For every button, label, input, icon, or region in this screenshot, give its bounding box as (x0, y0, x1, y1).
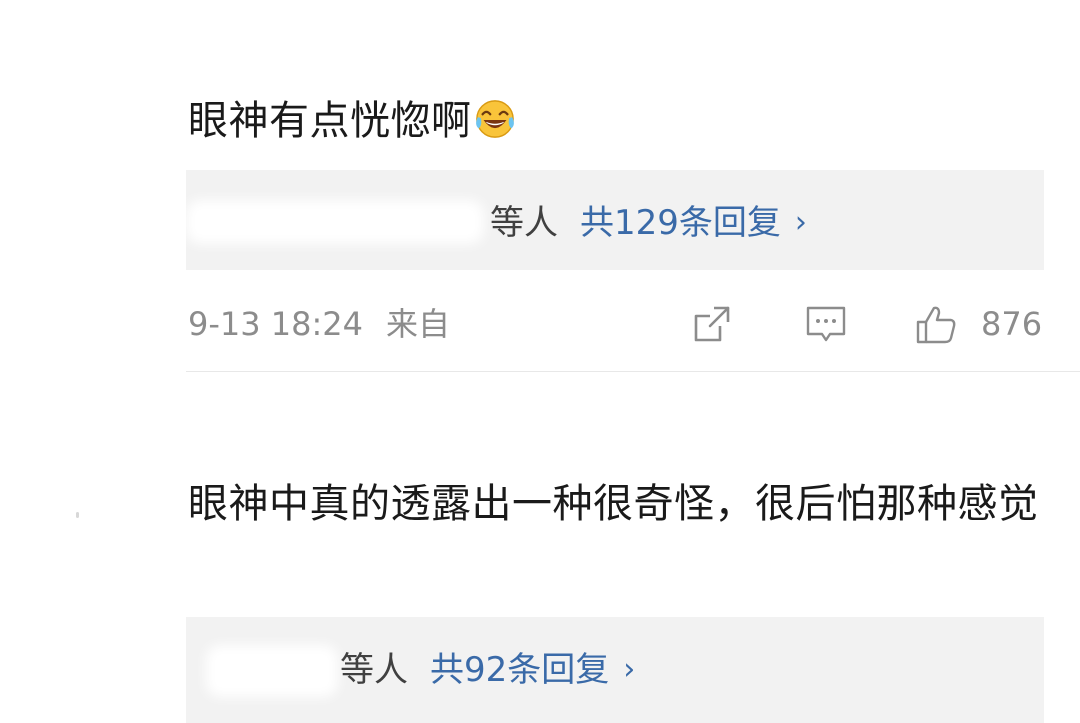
comment-meta-row: 9-13 18:24 来自 876 (188, 302, 1048, 348)
like-icon[interactable] (914, 302, 958, 346)
share-icon[interactable] (690, 302, 734, 346)
reply-summary-box[interactable]: 等人 共129条回复 › (186, 170, 1044, 270)
comment-icon[interactable] (804, 302, 848, 346)
comment-feed: 眼神有点恍惚啊 等人 共129条回复 › 9-13 18:24 来自 876 眼… (0, 0, 1080, 723)
comment-text-content: 眼神中真的透露出一种很奇怪，很后怕那种感觉 (188, 481, 1039, 527)
reply-users-label: 等人 (340, 650, 408, 690)
edge-artifact (76, 512, 79, 518)
comment-text-content: 眼神有点恍惚啊 (188, 98, 472, 144)
like-count: 876 (981, 305, 1043, 343)
chevron-right-icon: › (623, 652, 636, 687)
reply-summary-line[interactable]: 等人 共129条回复 › (490, 203, 807, 243)
reply-count-link[interactable]: 共129条回复 (580, 203, 781, 243)
comment-source: 来自 (386, 305, 451, 343)
comment-timestamp: 9-13 18:24 (188, 305, 364, 343)
comment-text: 眼神中真的透露出一种很奇怪，很后怕那种感觉 (188, 472, 1058, 536)
blurred-username (186, 200, 484, 244)
reply-summary-line[interactable]: 等人 共92条回复 › (340, 650, 635, 690)
reply-count-link[interactable]: 共92条回复 (430, 650, 609, 690)
blurred-username (206, 645, 338, 697)
laughing-tears-emoji (475, 100, 514, 138)
reply-users-label: 等人 (490, 203, 558, 243)
comment-divider (186, 371, 1080, 372)
reply-summary-box[interactable]: 等人 共92条回复 › (186, 617, 1044, 723)
chevron-right-icon: › (794, 205, 807, 240)
comment-text: 眼神有点恍惚啊 (188, 89, 516, 153)
